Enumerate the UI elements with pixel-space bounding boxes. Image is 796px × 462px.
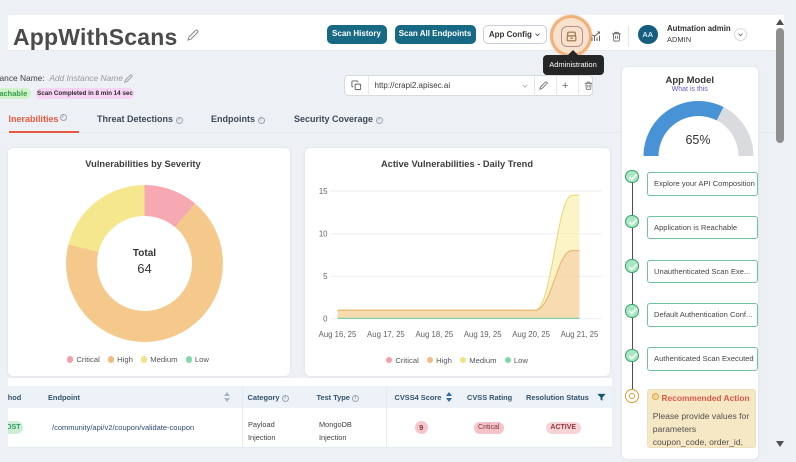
svg-text:10: 10 [318, 229, 327, 238]
svg-text:Aug 21, 25: Aug 21, 25 [560, 330, 598, 339]
svg-text:Aug 18, 25: Aug 18, 25 [415, 330, 453, 339]
svg-text:15: 15 [318, 186, 327, 195]
svg-text:0: 0 [323, 314, 328, 323]
svg-text:Aug 20, 25: Aug 20, 25 [512, 330, 550, 339]
svg-text:Aug 16, 25: Aug 16, 25 [318, 330, 356, 339]
svg-text:Aug 19, 25: Aug 19, 25 [463, 330, 501, 339]
svg-text:5: 5 [323, 272, 328, 281]
svg-text:Aug 17, 25: Aug 17, 25 [367, 330, 405, 339]
